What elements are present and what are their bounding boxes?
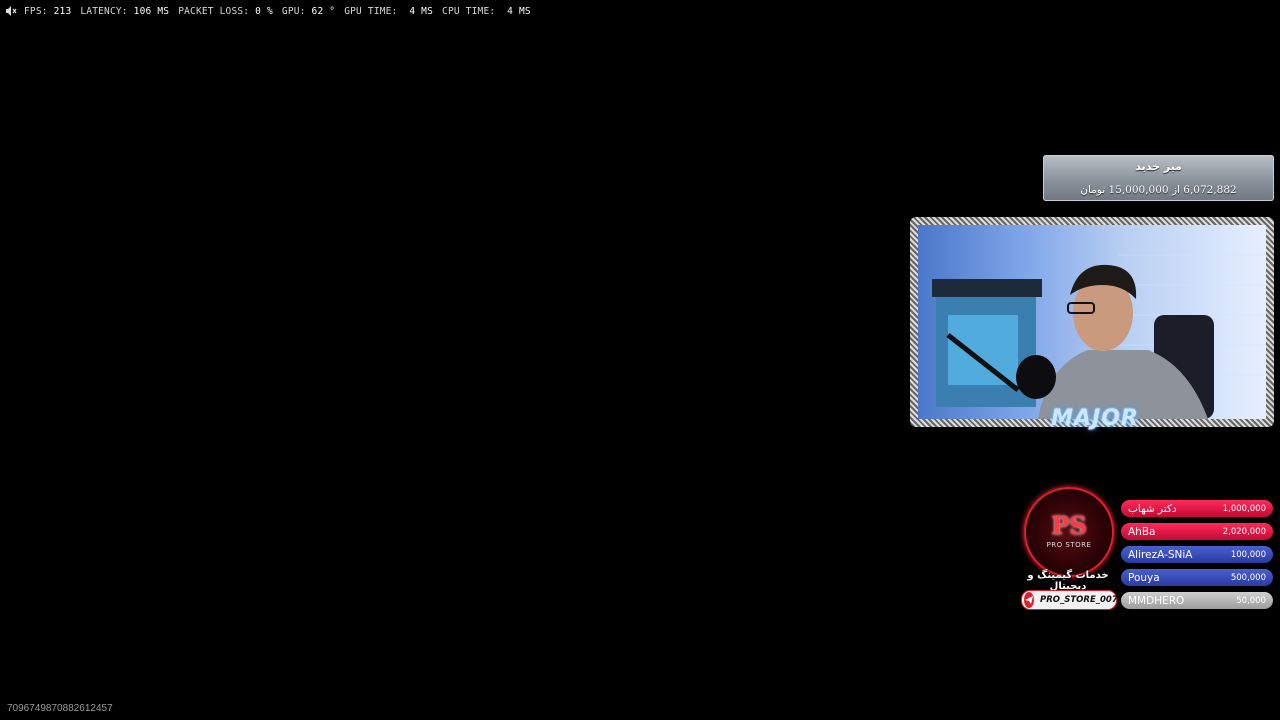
donor-amount: 100,000 <box>1230 549 1266 560</box>
pro-store-logo: PS PRO STORE <box>1024 487 1114 577</box>
session-id: 7096749870882612457 <box>7 703 113 714</box>
donor-row: AhBa 2,020,000 <box>1121 523 1273 540</box>
telegram-handle: PRO_STORE_007 <box>1040 595 1118 605</box>
donor-row: MMDHERO 50,000 <box>1121 592 1273 609</box>
logo-ps-text: PS <box>1051 511 1087 540</box>
goal-progress: 6,072,882 از 15,000,000 تومان <box>1080 184 1237 196</box>
cpu-time-stat: CPU TIME: 4 MS <box>442 5 531 17</box>
latency-stat: LATENCY: 106 MS <box>80 5 170 17</box>
packet-loss-stat: PACKET LOSS: 0 % <box>178 5 273 17</box>
sponsor-caption: خدمات گیمینگ و دیجیتال <box>1027 570 1109 592</box>
donor-amount: 1,000,000 <box>1222 503 1266 514</box>
donation-goal-widget: میز جدید 6,072,882 از 15,000,000 تومان <box>1043 155 1274 201</box>
donor-row: Pouya 500,000 <box>1121 569 1273 586</box>
top-donors-list: دکتر شهاب 1,000,000 AhBa 2,020,000 AlirezA-S… <box>1121 500 1273 615</box>
donor-row: AlirezA-SNiA 100,000 <box>1121 546 1273 563</box>
donor-name: Pouya <box>1128 571 1160 584</box>
donor-amount: 2,020,000 <box>1222 526 1266 537</box>
goal-title: میز جدید <box>1135 160 1182 173</box>
donor-name: AhBa <box>1128 525 1156 538</box>
gpu-time-stat: GPU TIME: 4 MS <box>344 5 434 17</box>
donor-amount: 500,000 <box>1230 572 1266 583</box>
logo-store-text: PRO STORE <box>1046 541 1092 549</box>
telegram-link[interactable]: PRO_STORE_007 <box>1021 590 1118 610</box>
gpu-temp-stat: GPU: 62 ° <box>281 5 336 17</box>
performance-stats-bar: FPS: 213 LATENCY: 106 MS PACKET LOSS: 0 … <box>4 4 540 18</box>
streamer-logo: MAJOR <box>1051 406 1139 431</box>
webcam-feed <box>918 225 1266 419</box>
donor-row: دکتر شهاب 1,000,000 <box>1121 500 1273 517</box>
donor-name: MMDHERO <box>1128 594 1185 607</box>
telegram-icon <box>1024 592 1034 608</box>
donor-amount: 50,000 <box>1236 595 1266 606</box>
webcam-frame <box>910 217 1274 427</box>
donor-name: دکتر شهاب <box>1128 502 1177 515</box>
donor-name: AlirezA-SNiA <box>1128 548 1193 561</box>
speaker-muted-icon[interactable] <box>4 5 18 17</box>
fps-stat: FPS: 213 <box>24 5 72 17</box>
